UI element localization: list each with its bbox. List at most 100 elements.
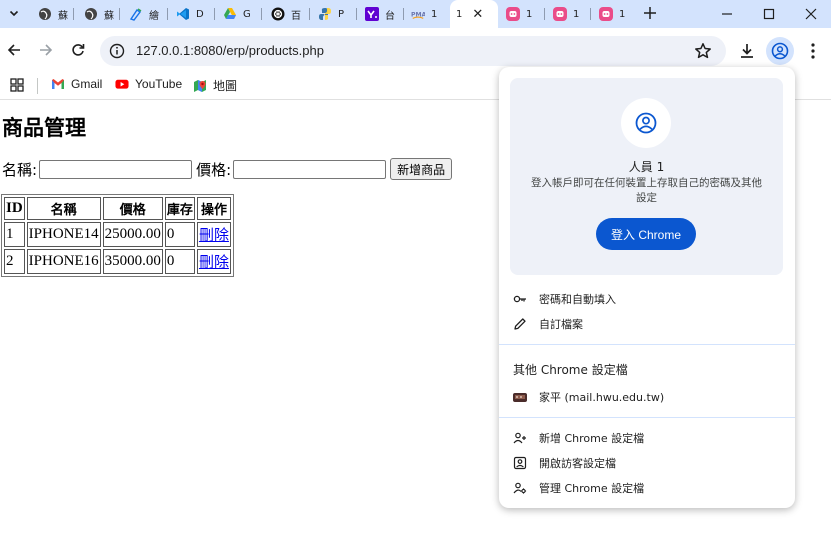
tab-title: 1 — [619, 8, 626, 20]
column-header-stock: 庫存 — [164, 197, 195, 220]
address-bar[interactable]: 127.0.0.1:8080/erp/products.php — [100, 36, 726, 66]
python-icon — [318, 7, 332, 21]
tab-title: 1 — [526, 8, 533, 20]
price-label: 價格: — [196, 160, 232, 179]
tab-separator — [261, 8, 262, 20]
tab-title: 百 — [291, 10, 301, 22]
tab-9[interactable]: PMA 1 — [403, 0, 449, 28]
products-table: ID 名稱 價格 庫存 操作 1 IPHONE14 25000.00 0 刪除 … — [1, 194, 234, 277]
guest-icon — [513, 456, 527, 470]
close-tab-icon[interactable]: ✕ — [472, 7, 483, 22]
bookmark-star-icon[interactable] — [694, 42, 712, 60]
sign-in-button[interactable]: 登入 Chrome — [596, 218, 696, 250]
bookmark-label: YouTube — [135, 77, 183, 91]
url-text[interactable]: 127.0.0.1:8080/erp/products.php — [136, 43, 324, 58]
menu-item-label: 新增 Chrome 設定檔 — [539, 432, 645, 445]
tab-5[interactable]: G — [215, 0, 261, 28]
menu-item-customize-profile[interactable]: 自訂檔案 — [499, 312, 795, 336]
maximize-button[interactable] — [748, 0, 790, 28]
tab-title: 蘇 — [58, 10, 68, 22]
bookmark-label: Gmail — [71, 77, 103, 91]
tab-11[interactable]: 1 — [498, 0, 544, 28]
table-row: 2 IPHONE16 35000.00 0 刪除 — [4, 249, 231, 274]
menu-item-label: 管理 Chrome 設定檔 — [539, 482, 645, 495]
menu-item-passwords[interactable]: 密碼和自動填入 — [499, 287, 795, 311]
manage-profiles-icon — [513, 481, 527, 495]
name-input[interactable] — [39, 159, 193, 179]
tab-4[interactable]: D — [168, 0, 214, 28]
tab-title: 繪 — [149, 10, 159, 22]
menu-item-other-profile[interactable]: 家平 (mail.hwu.edu.tw) — [499, 385, 795, 409]
profile-icon — [635, 112, 657, 134]
delete-link[interactable]: 刪除 — [199, 228, 229, 244]
tab-6[interactable]: 百 — [263, 0, 309, 28]
cell-action: 刪除 — [196, 222, 231, 247]
download-icon[interactable] — [738, 42, 756, 60]
menu-item-label: 自訂檔案 — [539, 318, 583, 331]
key-icon — [513, 292, 527, 306]
bookmark-maps[interactable]: 地圖 — [193, 77, 237, 94]
youtube-icon — [115, 77, 129, 91]
tab-title: D — [196, 8, 204, 20]
tab-3[interactable]: 繪 — [121, 0, 167, 28]
chevron-down-icon — [9, 10, 19, 17]
apps-button[interactable] — [10, 78, 24, 92]
back-button[interactable] — [1, 37, 27, 63]
add-person-icon — [513, 431, 527, 445]
arrow-left-icon — [7, 44, 20, 56]
menu-item-label: 開啟訪客設定檔 — [539, 457, 616, 470]
app-icon — [599, 7, 613, 21]
new-tab-button[interactable] — [640, 3, 660, 23]
pen-icon — [129, 7, 143, 21]
app-icon — [553, 7, 567, 21]
bookmark-gmail[interactable]: Gmail — [51, 77, 102, 91]
column-header-price: 價格 — [102, 197, 163, 220]
profile-description: 登入帳戶即可在任何裝置上存取自己的密碼及其他設定 — [531, 177, 762, 204]
openai-icon — [271, 7, 285, 21]
cell-price: 35000.00 — [102, 249, 163, 274]
menu-item-manage-profiles[interactable]: 管理 Chrome 設定檔 — [499, 476, 795, 500]
profile-icon — [771, 42, 789, 60]
pma-icon: PMA — [411, 7, 425, 21]
cell-name: IPHONE14 — [26, 222, 101, 247]
minimize-icon — [722, 13, 732, 15]
reload-icon — [72, 44, 85, 56]
cell-id: 1 — [4, 222, 25, 247]
table-header-row: ID 名稱 價格 庫存 操作 — [4, 197, 231, 220]
name-label: 名稱: — [2, 160, 38, 179]
tab-8[interactable]: 台 — [357, 0, 403, 28]
menu-item-guest-profile[interactable]: 開啟訪客設定檔 — [499, 451, 795, 475]
delete-link[interactable]: 刪除 — [199, 255, 229, 271]
tab-title: 蘇 — [104, 10, 114, 22]
profile-button[interactable] — [766, 37, 794, 65]
close-window-button[interactable] — [790, 0, 831, 28]
tab-12[interactable]: 1 — [545, 0, 591, 28]
tab-1[interactable]: 蘇 — [30, 0, 72, 28]
bookmark-youtube[interactable]: YouTube — [115, 77, 182, 91]
profile-card: 人員 1 登入帳戶即可在任何裝置上存取自己的密碼及其他設定 登入 Chrome — [510, 78, 783, 275]
minimize-button[interactable] — [706, 0, 748, 28]
tab-7[interactable]: P — [310, 0, 356, 28]
site-info-icon[interactable] — [109, 43, 125, 59]
tab-title: 1 — [456, 8, 463, 20]
forward-button[interactable] — [33, 37, 59, 63]
more-menu-icon[interactable] — [806, 42, 820, 60]
avatar — [621, 98, 671, 148]
tab-2[interactable]: 蘇 — [76, 0, 118, 28]
cell-stock: 0 — [164, 249, 195, 274]
menu-item-label: 家平 (mail.hwu.edu.tw) — [539, 391, 665, 404]
gmail-icon — [51, 77, 65, 91]
cell-price: 25000.00 — [102, 222, 163, 247]
add-product-button[interactable]: 新增商品 — [390, 158, 453, 180]
plus-icon — [644, 7, 656, 19]
menu-item-add-profile[interactable]: 新增 Chrome 設定檔 — [499, 426, 795, 450]
tab-search-button[interactable] — [3, 2, 25, 24]
price-input[interactable] — [233, 159, 387, 179]
tab-10-active[interactable]: 1 ✕ — [450, 0, 498, 28]
add-product-form: 名稱: 價格: 新增商品 — [2, 158, 453, 180]
menu-divider — [499, 344, 795, 345]
profile-photo-icon — [513, 390, 527, 404]
tab-13[interactable]: 1 — [591, 0, 637, 28]
reload-button[interactable] — [65, 37, 91, 63]
column-header-action: 操作 — [196, 197, 231, 220]
